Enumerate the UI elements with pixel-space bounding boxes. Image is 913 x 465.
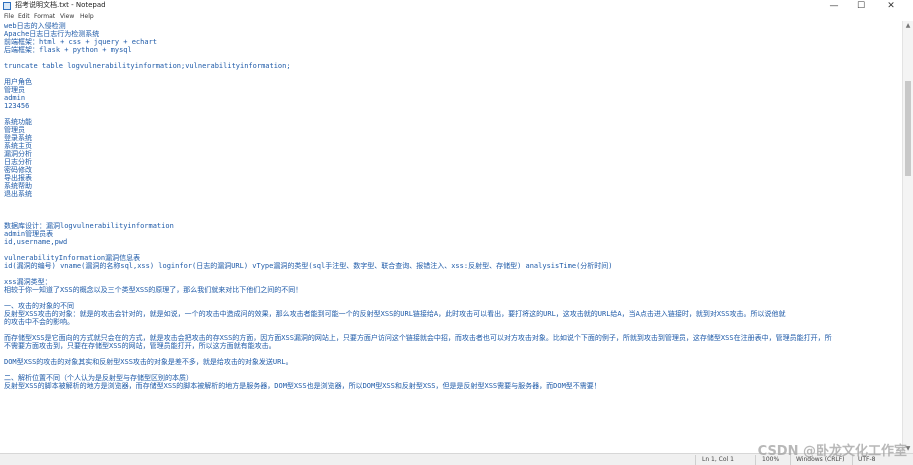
menu-view[interactable]: View: [60, 13, 74, 20]
text-editor[interactable]: web日志的入侵检测 Apache日志日志行为检测系统 前端框架：html + cs…: [0, 21, 902, 453]
text-line: 而存储型XSS是它面向的方式就只会在的方式，就是攻击会把攻击的存XSS的方面，因…: [4, 334, 832, 342]
text-line: truncate table logvulnerabilityinformati…: [4, 62, 291, 70]
status-divider: [755, 455, 756, 465]
text-line: 反射型XSS的脚本被解析的地方是浏览器，而存储型XSS的脚本被解析的地方是服务器…: [4, 382, 601, 390]
notepad-icon: [3, 2, 11, 10]
text-line: 密码修改: [4, 166, 32, 174]
text-line: 前端框架：html + css + jquery + echart: [4, 38, 158, 46]
scroll-up-icon[interactable]: ▲: [903, 21, 913, 30]
text-line: 日志分析: [4, 158, 32, 166]
text-line: 登录系统: [4, 134, 32, 142]
menu-edit[interactable]: Edit: [18, 13, 30, 20]
text-line: 管理员: [4, 126, 25, 134]
cursor-position: Ln 1, Col 1: [702, 456, 734, 463]
menu-help[interactable]: Help: [80, 13, 94, 20]
text-line: 一、攻击的对象的不同: [4, 302, 74, 310]
vertical-scrollbar[interactable]: ▲ ▼: [902, 21, 913, 453]
text-line: Apache日志日志行为检测系统: [4, 30, 100, 38]
maximize-button[interactable]: ☐: [850, 0, 872, 12]
text-line: 系统帮助: [4, 182, 32, 190]
text-line: DOM型XSS的攻击的对象其实和反射型XSS攻击的对象是差不多，就是给攻击的对象…: [4, 358, 293, 366]
text-line: 的攻击中不会的影响。: [4, 318, 74, 326]
text-line: 不需要方面攻击到，只要在存储型XSS的网站，管理员能打开，所以这方面就有能攻击。: [4, 342, 276, 350]
window-title: 招考说明文档.txt - Notepad: [15, 1, 106, 9]
scrollbar-thumb[interactable]: [905, 81, 911, 176]
text-line: web日志的入侵检测: [4, 22, 66, 30]
text-line: 系统功能: [4, 118, 32, 126]
text-line: 二、解析位置不同（个人认为是反射型与存储型区别的本质）: [4, 374, 193, 382]
text-line: 数据库设计：漏洞logvulnerabilityinformation: [4, 222, 174, 230]
close-button[interactable]: ✕: [880, 0, 902, 12]
menu-file[interactable]: File: [4, 13, 14, 20]
text-line: vulnerabilityInformation漏洞信息表: [4, 254, 141, 262]
text-line: 后端框架：flask + python + mysql: [4, 46, 132, 54]
text-line: 退出系统: [4, 190, 32, 198]
text-line: 漏洞分析: [4, 150, 32, 158]
text-line: 123456: [4, 102, 30, 110]
minimize-button[interactable]: —: [823, 0, 845, 12]
watermark: CSDN @卧龙文化工作室: [757, 444, 907, 459]
status-divider: [695, 455, 696, 465]
text-line: 管理员: [4, 86, 25, 94]
text-line: 相较于你一知道了XSS的概念以及三个类型XSS的原理了，那么我们就来对比下他们之…: [4, 286, 303, 294]
menu-format[interactable]: Format: [34, 13, 55, 20]
text-line: id,username,pwd: [4, 238, 68, 246]
text-line: id(漏洞的编号) vname(漏洞的名称sql,xss) loginfor(日…: [4, 262, 613, 270]
text-line: admin管理员表: [4, 230, 54, 238]
text-line: xss漏洞类型：: [4, 278, 52, 286]
text-line: 用户角色: [4, 78, 32, 86]
text-line: admin: [4, 94, 26, 102]
title-bar: 招考说明文档.txt - Notepad — ☐ ✕: [0, 0, 913, 12]
menu-bar: File Edit Format View Help: [0, 12, 913, 21]
text-line: 导出报表: [4, 174, 32, 182]
text-line: 反射型XSS攻击的对象：就是的攻击会针对的，就是如说，一个的攻击中造成问的效果，…: [4, 310, 786, 318]
text-line: 系统主页: [4, 142, 32, 150]
